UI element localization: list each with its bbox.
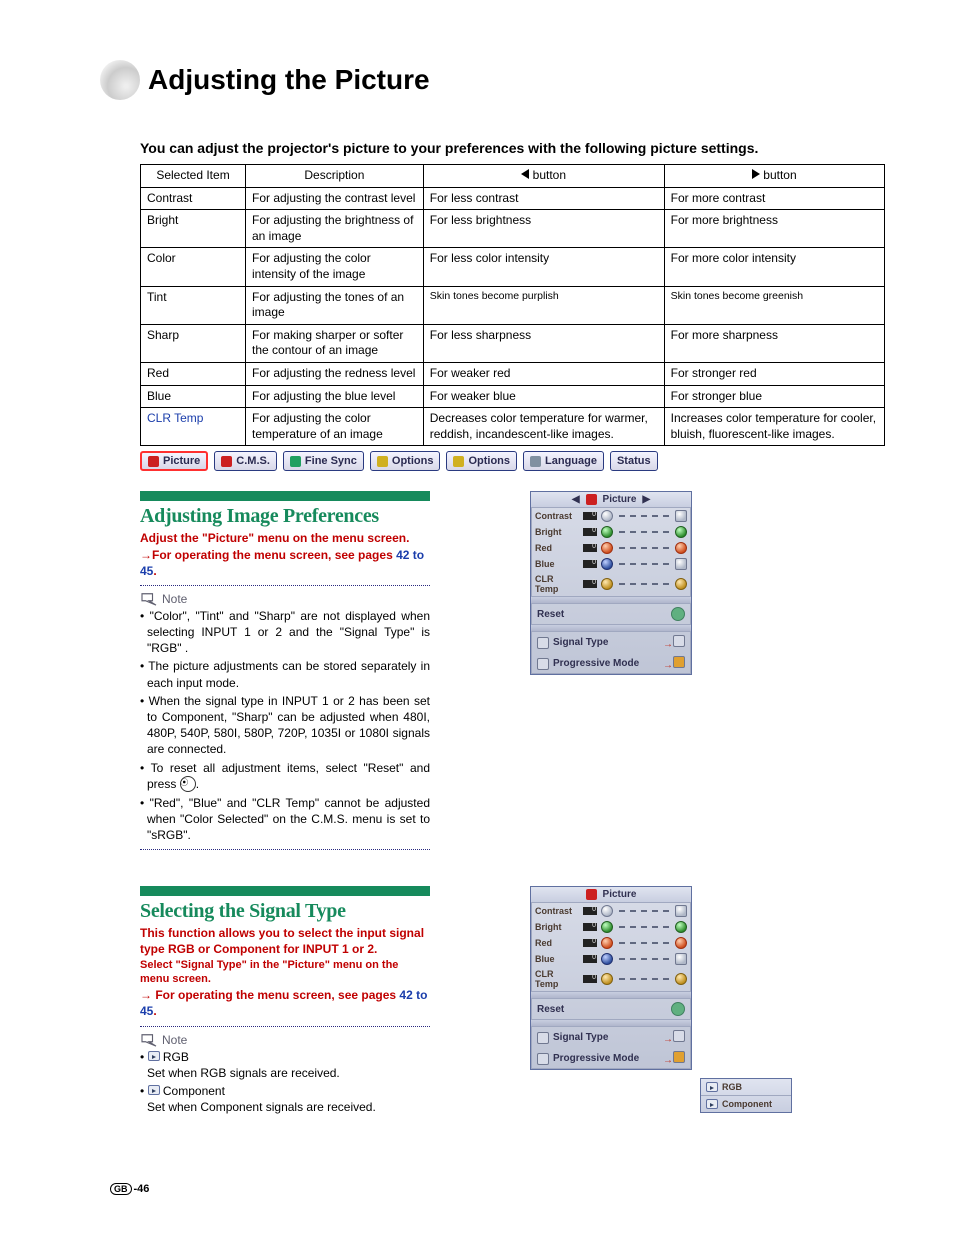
section1-heading: Adjusting Image Preferences	[140, 505, 430, 528]
section2-heading: Selecting the Signal Type	[140, 900, 430, 923]
rgb-icon	[706, 1082, 718, 1092]
menu-tabbar: Picture C.M.S. Fine Sync Options Options…	[140, 451, 884, 471]
page-title: Adjusting the Picture	[148, 64, 430, 96]
table-row: ColorFor adjusting the color intensity o…	[141, 248, 885, 286]
section1-lead: Adjust the "Picture" menu on the menu sc…	[140, 530, 430, 546]
note-item: "Red", "Blue" and "CLR Temp" cannot be a…	[140, 795, 430, 844]
osd-row-contrast[interactable]: Contrast	[531, 903, 691, 919]
reset-icon	[671, 607, 685, 621]
popout-rgb[interactable]: RGB	[701, 1079, 791, 1095]
rgb-icon	[148, 1051, 160, 1061]
note-item: When the signal type in INPUT 1 or 2 has…	[140, 693, 430, 758]
section2-sublead: → For operating the menu screen, see pag…	[140, 987, 430, 1019]
intro-text: You can adjust the projector's picture t…	[140, 140, 884, 156]
table-row: BlueFor adjusting the blue levelFor weak…	[141, 385, 885, 408]
note-heading: Note	[140, 592, 430, 606]
th-item: Selected Item	[141, 165, 246, 188]
component-icon	[706, 1099, 718, 1109]
note-icon	[140, 592, 158, 606]
th-right: button	[664, 165, 884, 188]
picture-icon	[148, 456, 159, 467]
osd-row-clrtemp[interactable]: CLR Temp	[531, 967, 691, 991]
osd-row-clrtemp[interactable]: CLR Temp	[531, 572, 691, 596]
osd-right-arrow-icon[interactable]: ▶	[642, 494, 650, 505]
osd-left-arrow-icon[interactable]: ◀	[572, 494, 580, 505]
osd-row-contrast[interactable]: Contrast	[531, 508, 691, 524]
osd-picture-icon	[586, 889, 597, 900]
osd-reset[interactable]: Reset	[531, 604, 691, 624]
page-footer: GB-46	[110, 1183, 149, 1195]
notes-list-2: RGBSet when RGB signals are received. Co…	[140, 1049, 430, 1116]
note-item: The picture adjustments can be stored se…	[140, 658, 430, 690]
osd-header: Picture	[531, 887, 691, 903]
osd-row-bright[interactable]: Bright	[531, 524, 691, 540]
note-item: ComponentSet when Component signals are …	[140, 1083, 430, 1115]
osd-row-bright[interactable]: Bright	[531, 919, 691, 935]
osd-panel-1: ◀ Picture ▶ Contrast Bright Red Blue CLR…	[530, 491, 692, 675]
title-bullet-icon	[100, 60, 140, 100]
left-arrow-icon	[521, 169, 529, 179]
tab-picture[interactable]: Picture	[140, 451, 208, 471]
settings-table: Selected Item Description button button …	[140, 164, 885, 446]
gb-badge: GB	[110, 1183, 132, 1195]
right-arrow-icon	[752, 169, 760, 179]
table-row: ContrastFor adjusting the contrast level…	[141, 187, 885, 210]
osd-picture-icon	[586, 494, 597, 505]
signal-icon	[537, 1032, 549, 1044]
table-row: CLR TempFor adjusting the color temperat…	[141, 408, 885, 446]
th-left: button	[423, 165, 664, 188]
osd-row-red[interactable]: Red	[531, 540, 691, 556]
cms-icon	[221, 456, 232, 467]
osd-row-blue[interactable]: Blue	[531, 556, 691, 572]
section1-sublead: →For operating the menu screen, see page…	[140, 547, 430, 579]
osd-progressive[interactable]: Progressive Mode→	[531, 653, 691, 674]
osd-header: ◀ Picture ▶	[531, 492, 691, 508]
popout-component[interactable]: Component	[701, 1095, 791, 1112]
table-row: TintFor adjusting the tones of an imageS…	[141, 286, 885, 324]
note-item: To reset all adjustment items, select "R…	[140, 760, 430, 793]
options-icon	[377, 456, 388, 467]
table-row: BrightFor adjusting the brightness of an…	[141, 210, 885, 248]
th-desc: Description	[246, 165, 424, 188]
section-bar	[140, 491, 430, 501]
osd-signal-type[interactable]: Signal Type→	[531, 1027, 691, 1048]
table-row: RedFor adjusting the redness levelFor we…	[141, 362, 885, 385]
osd-reset[interactable]: Reset	[531, 999, 691, 1019]
note-item: RGBSet when RGB signals are received.	[140, 1049, 430, 1081]
tab-options1[interactable]: Options	[370, 451, 441, 471]
note-heading: Note	[140, 1033, 430, 1047]
table-row: SharpFor making sharper or softer the co…	[141, 324, 885, 362]
note-item: "Color", "Tint" and "Sharp" are not disp…	[140, 608, 430, 657]
options-icon	[453, 456, 464, 467]
osd-row-red[interactable]: Red	[531, 935, 691, 951]
progressive-icon	[537, 1053, 549, 1065]
reset-icon	[671, 1002, 685, 1016]
tab-finesync[interactable]: Fine Sync	[283, 451, 364, 471]
tab-language[interactable]: Language	[523, 451, 604, 471]
progressive-icon	[537, 658, 549, 670]
tab-options2[interactable]: Options	[446, 451, 517, 471]
finesync-icon	[290, 456, 301, 467]
signal-type-popout: RGB Component	[700, 1078, 792, 1113]
osd-panel-2: Picture Contrast Bright Red Blue CLR Tem…	[530, 886, 692, 1070]
osd-signal-type[interactable]: Signal Type→	[531, 632, 691, 653]
tab-status[interactable]: Status	[610, 451, 658, 471]
component-icon	[148, 1085, 160, 1095]
language-icon	[530, 456, 541, 467]
enter-button-icon: ⦿	[180, 776, 196, 792]
notes-list: "Color", "Tint" and "Sharp" are not disp…	[140, 608, 430, 843]
note-icon	[140, 1033, 158, 1047]
tab-cms[interactable]: C.M.S.	[214, 451, 277, 471]
osd-progressive[interactable]: Progressive Mode→	[531, 1048, 691, 1069]
signal-icon	[537, 637, 549, 649]
section-bar	[140, 886, 430, 896]
osd-row-blue[interactable]: Blue	[531, 951, 691, 967]
section2-lead: This function allows you to select the i…	[140, 925, 430, 957]
page-title-row: Adjusting the Picture	[100, 60, 884, 100]
section2-lead2: Select "Signal Type" in the "Picture" me…	[140, 958, 430, 988]
